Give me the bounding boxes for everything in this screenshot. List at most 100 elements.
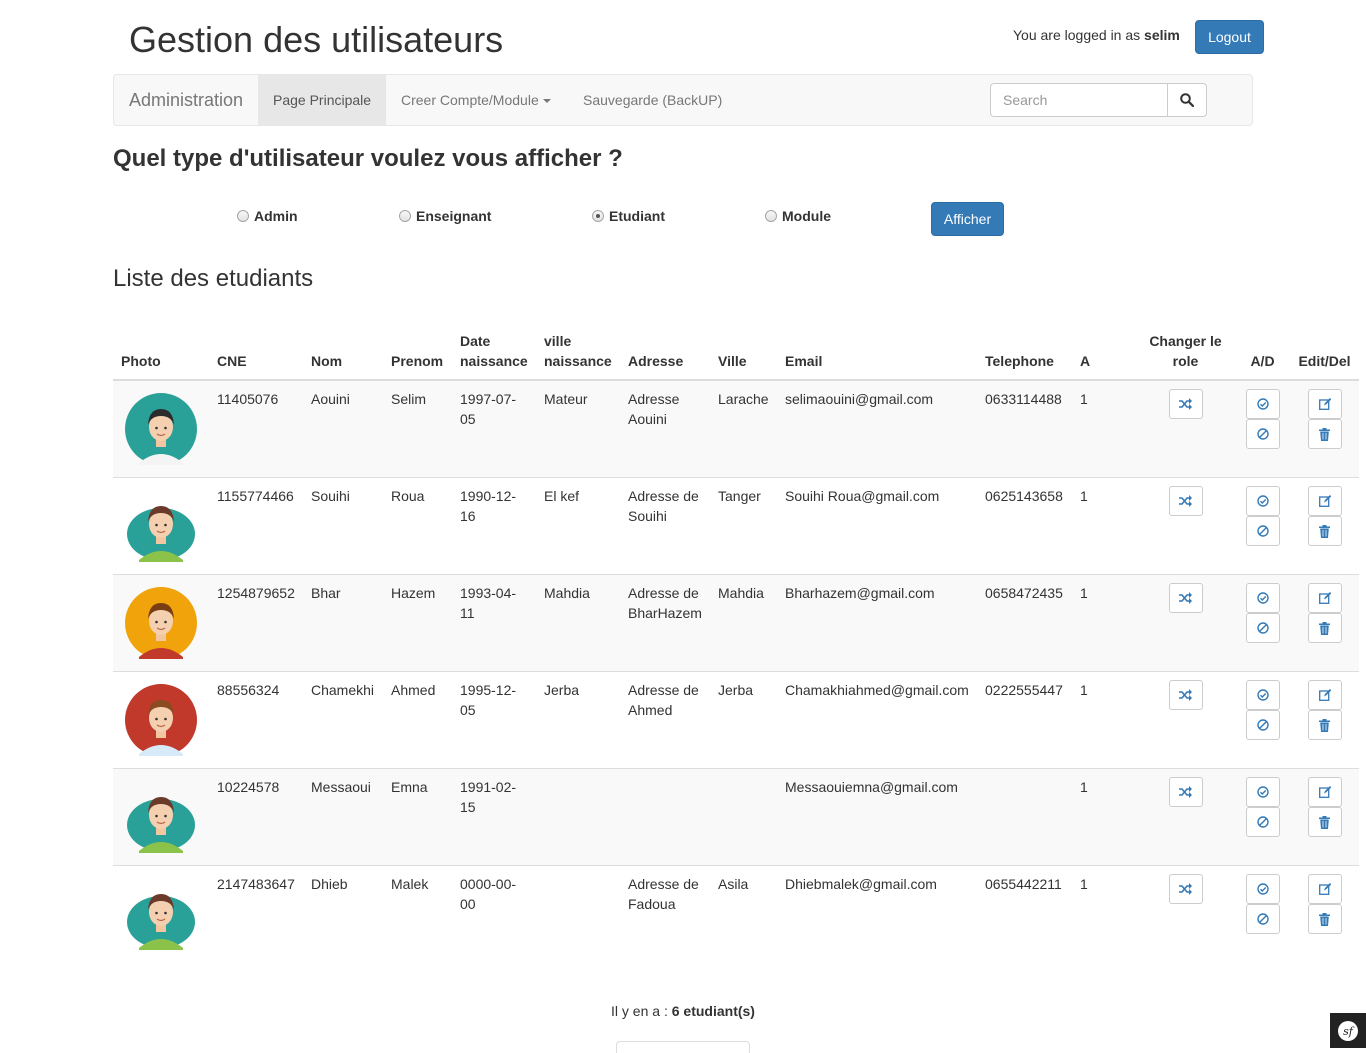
deactivate-button[interactable]	[1245, 419, 1280, 449]
edit-button[interactable]	[1307, 389, 1342, 419]
activate-button[interactable]	[1245, 389, 1280, 419]
check-circle-icon	[1256, 398, 1269, 410]
search-button[interactable]	[1167, 83, 1207, 117]
cell-edit-del	[1290, 477, 1359, 575]
edit-icon	[1318, 495, 1331, 507]
male-spiky-hair-avatar	[121, 583, 201, 663]
cell-adresse: Adresse de Fadoua	[620, 865, 710, 963]
col-header-cne: CNE	[209, 318, 303, 381]
students-table-wrapper: Photo CNE Nom Prenom Date naissance vill…	[113, 318, 1359, 963]
change-role-button[interactable]	[1168, 680, 1203, 710]
deactivate-button[interactable]	[1245, 613, 1280, 643]
shuffle-icon	[1178, 883, 1193, 895]
delete-button[interactable]	[1307, 807, 1342, 837]
change-role-button[interactable]	[1168, 583, 1203, 613]
radio-circle[interactable]	[765, 210, 777, 222]
deactivate-button[interactable]	[1245, 904, 1280, 934]
cell-changer-role	[1136, 477, 1235, 575]
logout-button[interactable]: Logout	[1195, 20, 1264, 54]
delete-button[interactable]	[1307, 419, 1342, 449]
female-avatar	[121, 874, 201, 954]
table-row: 2147483647 Dhieb Malek 0000-00-00 Adresse de…	[113, 865, 1359, 963]
nav-item-sauvegarde[interactable]: Sauvegarde (BackUP)	[568, 75, 737, 125]
cell-ville: Tanger	[710, 477, 777, 575]
deactivate-button[interactable]	[1245, 710, 1280, 740]
col-header-ville-naissance: ville naissance	[536, 318, 620, 381]
nav-item-creer-compte[interactable]: Creer Compte/Module	[386, 75, 566, 125]
radio-circle[interactable]	[237, 210, 249, 222]
activate-button[interactable]	[1245, 583, 1280, 613]
cell-ad	[1235, 671, 1290, 769]
activate-button[interactable]	[1245, 777, 1280, 807]
activate-button[interactable]	[1245, 680, 1280, 710]
check-circle-icon	[1256, 689, 1269, 701]
cell-photo	[113, 671, 209, 769]
delete-button[interactable]	[1307, 710, 1342, 740]
filter-question: Quel type d'utilisateur voulez vous affi…	[113, 145, 623, 172]
delete-button[interactable]	[1307, 904, 1342, 934]
radio-module[interactable]: Module	[765, 208, 831, 224]
cell-edit-del	[1290, 671, 1359, 769]
radio-circle[interactable]	[592, 210, 604, 222]
edit-icon	[1318, 592, 1331, 604]
col-header-edit-del: Edit/Del	[1290, 318, 1359, 381]
symfony-toolbar-icon[interactable]: sf	[1330, 1013, 1366, 1048]
col-header-ad: A/D	[1235, 318, 1290, 381]
trash-icon	[1319, 815, 1330, 829]
change-role-button[interactable]	[1168, 486, 1203, 516]
delete-button[interactable]	[1307, 516, 1342, 546]
activate-button[interactable]	[1245, 874, 1280, 904]
radio-admin[interactable]: Admin	[237, 208, 298, 224]
edit-button[interactable]	[1307, 777, 1342, 807]
symfony-logo-icon: sf	[1338, 1020, 1358, 1041]
cell-changer-role	[1136, 671, 1235, 769]
cell-adresse: Adresse de Ahmed	[620, 671, 710, 769]
pagination[interactable]	[616, 1041, 750, 1053]
deactivate-button[interactable]	[1245, 516, 1280, 546]
edit-icon	[1318, 883, 1331, 895]
cell-ad	[1235, 477, 1290, 575]
cell-ville: Jerba	[710, 671, 777, 769]
navbar: Administration Page Principale Creer Com…	[113, 74, 1253, 126]
edit-icon	[1318, 786, 1331, 798]
edit-button[interactable]	[1307, 874, 1342, 904]
edit-button[interactable]	[1307, 680, 1342, 710]
cell-cne: 1254879652	[209, 574, 303, 672]
cell-photo	[113, 865, 209, 963]
cell-nom: Aouini	[303, 380, 383, 478]
radio-circle[interactable]	[399, 210, 411, 222]
edit-button[interactable]	[1307, 486, 1342, 516]
cell-photo	[113, 768, 209, 866]
cell-ad	[1235, 768, 1290, 866]
radio-label: Module	[782, 208, 831, 224]
cell-telephone: 0633114488	[977, 380, 1072, 478]
navbar-brand[interactable]: Administration	[129, 75, 243, 125]
col-header-telephone: Telephone	[977, 318, 1072, 381]
search-input[interactable]	[990, 83, 1168, 117]
col-header-a: A	[1072, 318, 1136, 381]
afficher-button[interactable]: Afficher	[931, 202, 1004, 236]
col-header-photo: Photo	[113, 318, 209, 381]
cell-ville-naissance	[536, 768, 620, 866]
col-header-date-naissance: Date naissance	[452, 318, 536, 381]
activate-button[interactable]	[1245, 486, 1280, 516]
delete-button[interactable]	[1307, 613, 1342, 643]
cell-prenom: Emna	[383, 768, 452, 866]
radio-etudiant[interactable]: Etudiant	[592, 208, 665, 224]
cell-cne: 11405076	[209, 380, 303, 478]
cell-a: 1	[1072, 865, 1136, 963]
deactivate-button[interactable]	[1245, 807, 1280, 837]
ban-icon	[1256, 816, 1269, 828]
change-role-button[interactable]	[1168, 777, 1203, 807]
radio-enseignant[interactable]: Enseignant	[399, 208, 491, 224]
login-username: selim	[1144, 27, 1180, 43]
cell-adresse: Adresse Aouini	[620, 380, 710, 478]
edit-button[interactable]	[1307, 583, 1342, 613]
change-role-button[interactable]	[1168, 874, 1203, 904]
ban-icon	[1256, 622, 1269, 634]
cell-telephone: 0655442211	[977, 865, 1072, 963]
nav-item-page-principale[interactable]: Page Principale	[258, 75, 387, 125]
radio-label: Enseignant	[416, 208, 492, 224]
change-role-button[interactable]	[1168, 389, 1203, 419]
cell-ad	[1235, 380, 1290, 478]
